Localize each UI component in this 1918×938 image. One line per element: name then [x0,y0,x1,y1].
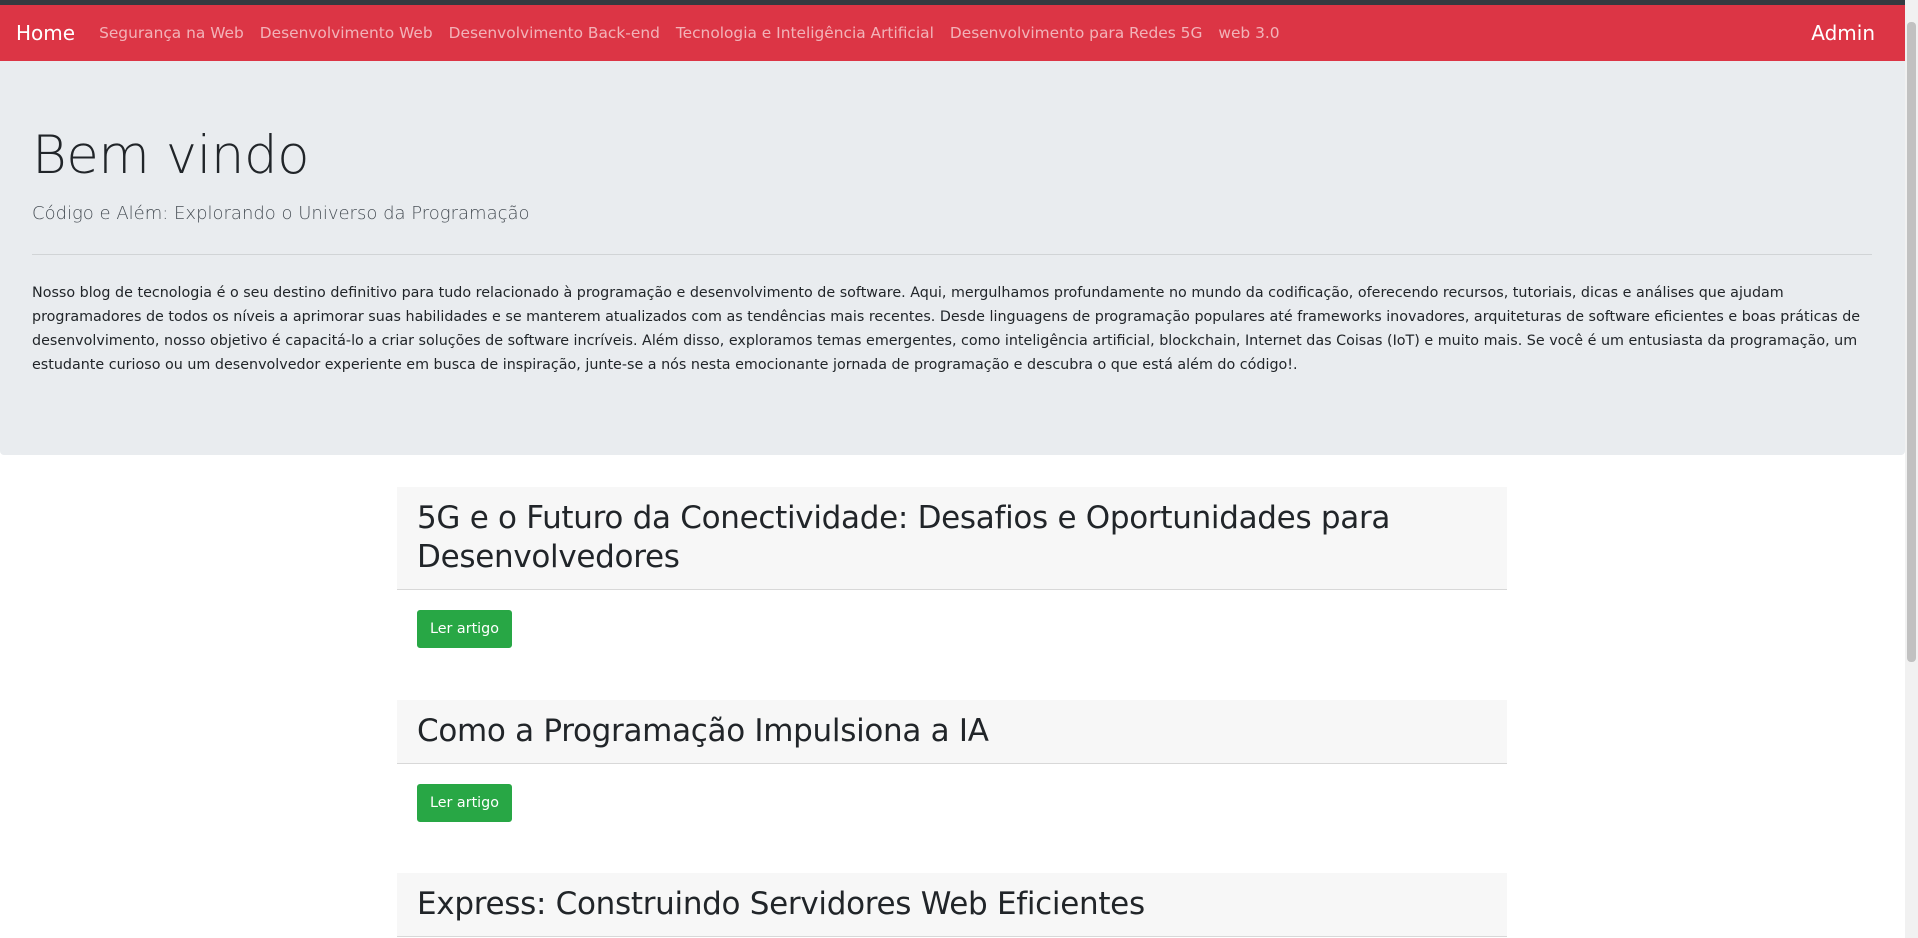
page: Home Segurança na Web Desenvolvimento We… [0,0,1918,938]
article-title: Express: Construindo Servidores Web Efic… [417,886,1145,922]
hero-description: Nosso blog de tecnologia é o seu destino… [32,285,1861,373]
hero-divider [32,254,1872,255]
nav-link-tecnologia-ia[interactable]: Tecnologia e Inteligência Artificial [676,24,934,42]
hero-title: Bem vindo [32,125,310,186]
read-article-button[interactable]: Ler artigo [417,784,512,822]
nav-brand-home[interactable]: Home [16,21,75,45]
nav-link-redes-5g[interactable]: Desenvolvimento para Redes 5G [950,24,1203,42]
nav-link-web3[interactable]: web 3.0 [1218,24,1279,42]
article-card-body: Ler artigo [397,764,1507,842]
article-card-header: Express: Construindo Servidores Web Efic… [397,873,1507,937]
article-card-header: 5G e o Futuro da Conectividade: Desafios… [397,487,1507,590]
article-card: Como a Programação Impulsiona a IA Ler a… [397,700,1507,842]
article-card-header: Como a Programação Impulsiona a IA [397,700,1507,764]
hero-jumbotron: Bem vindo Código e Além: Explorando o Un… [0,61,1905,455]
article-title: 5G e o Futuro da Conectividade: Desafios… [417,500,1391,575]
article-card-body: Ler artigo [397,590,1507,668]
nav-link-desenvolvimento-back-end[interactable]: Desenvolvimento Back-end [449,24,660,42]
navbar: Home Segurança na Web Desenvolvimento We… [0,5,1905,61]
nav-admin-link[interactable]: Admin [1811,21,1875,45]
article-card: Express: Construindo Servidores Web Efic… [397,873,1507,937]
nav-link-seguranca-na-web[interactable]: Segurança na Web [99,24,244,42]
vertical-scrollbar[interactable] [1905,0,1918,938]
scrollbar-thumb[interactable] [1907,22,1916,662]
hero-subtitle: Código e Além: Explorando o Universo da … [32,203,530,224]
article-title: Como a Programação Impulsiona a IA [417,713,989,749]
nav-link-desenvolvimento-web[interactable]: Desenvolvimento Web [260,24,433,42]
article-card: 5G e o Futuro da Conectividade: Desafios… [397,487,1507,668]
read-article-button[interactable]: Ler artigo [417,610,512,648]
nav-links: Segurança na Web Desenvolvimento Web Des… [99,24,1811,42]
